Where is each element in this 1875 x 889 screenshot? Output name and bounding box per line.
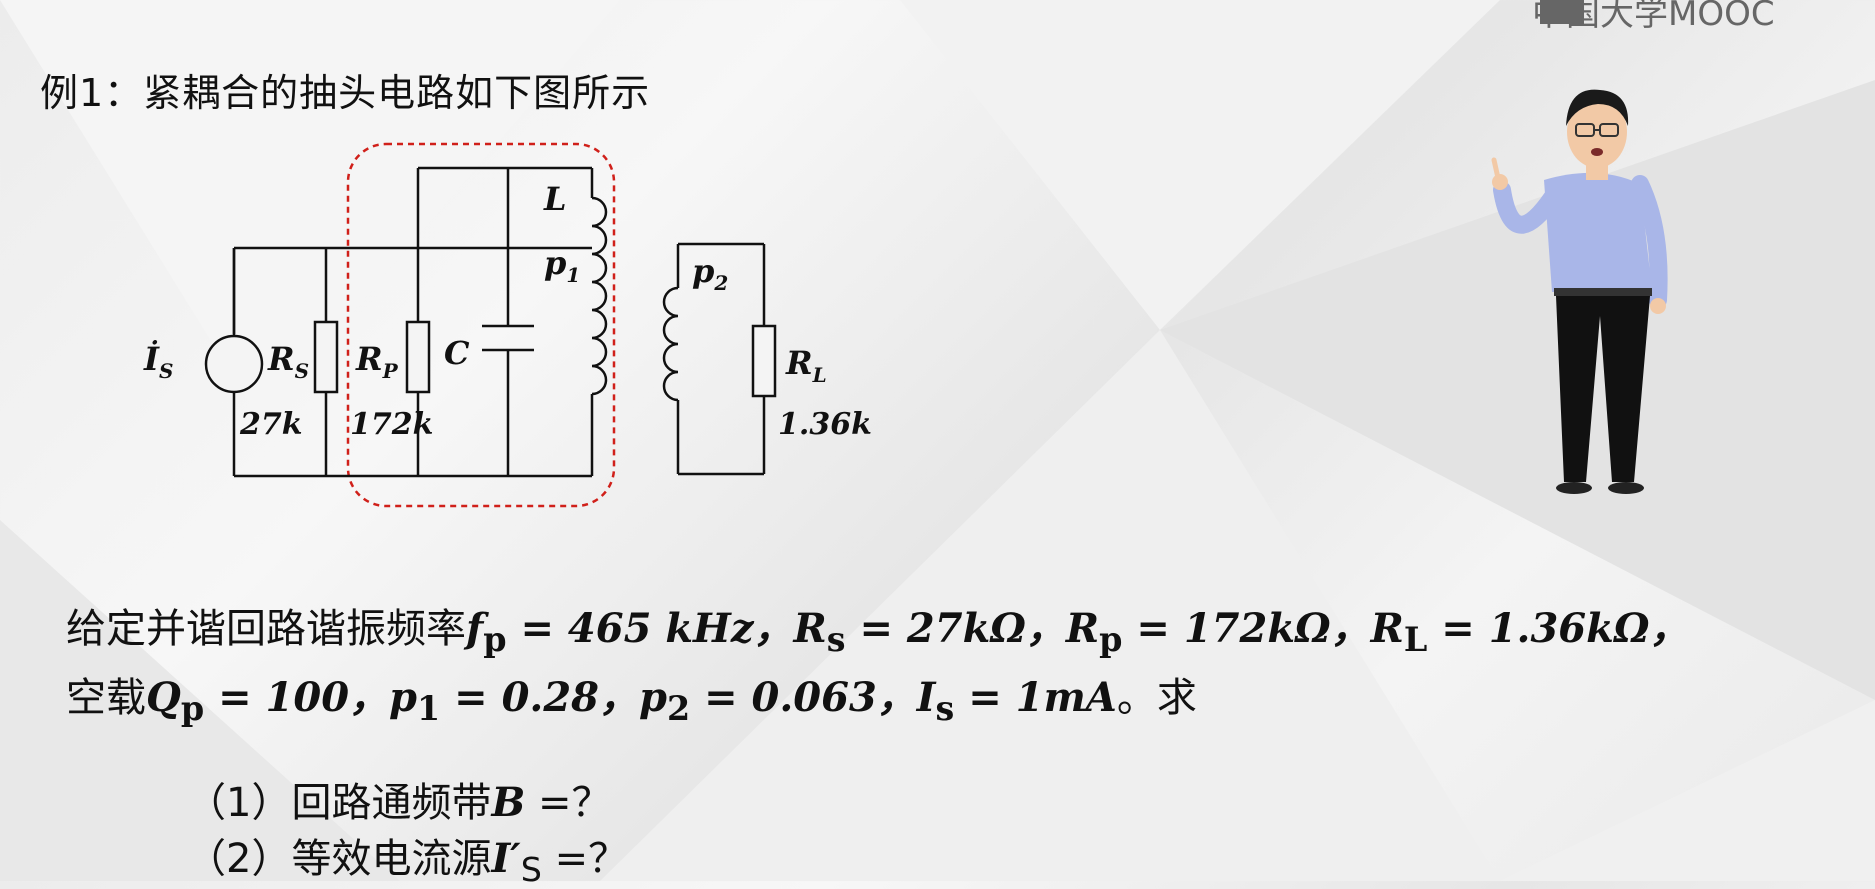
given-line2-rest4: = 1mA: [954, 674, 1117, 721]
given-line2-rest2: = 0.28，p: [440, 674, 667, 721]
inductor-l-icon: [591, 196, 608, 396]
given-line-2: 空载Qp = 100，p1 = 0.28，p2 = 0.063，Is = 1mA…: [66, 669, 1689, 738]
question-2: （2）等效电流源I′S =？: [186, 826, 628, 889]
circuit-diagram: İS RS RP C L p1 p2 RL 27k 172k 1.36k: [143, 142, 872, 508]
c-label: C: [444, 334, 470, 372]
fp-symbol: f: [466, 605, 484, 652]
given-line1-rest2: = 27kΩ，R: [845, 605, 1100, 652]
given-line1-rest4: = 1.36kΩ，: [1427, 605, 1690, 652]
question-2-var-sub: S: [520, 850, 542, 889]
tapped-tank-box: [346, 142, 616, 508]
question-1-tail: =？: [525, 780, 612, 826]
given-line1-rest3: = 172kΩ，R: [1122, 605, 1404, 652]
question-2-number: （2）: [186, 836, 292, 882]
p1-label-sub: 1: [566, 263, 580, 287]
given-line-1: 给定并谐回路谐振频率fp = 465 kHz，Rs = 27kΩ，Rp = 17…: [66, 600, 1689, 669]
svg-text:RL: RL: [785, 344, 827, 387]
resistor-rp-icon: [405, 320, 431, 394]
given-line1-rest: = 465 kHz，R: [506, 605, 827, 652]
fp-symbol-sub: p: [483, 620, 507, 659]
rl-label-sub: L: [812, 363, 827, 387]
l-label: L: [543, 180, 567, 218]
question-1-number: （1）: [186, 780, 292, 826]
current-source-icon: [204, 334, 264, 394]
rs-label: R: [267, 340, 295, 378]
resistor-rl-icon: [751, 324, 777, 398]
p1-label: p: [544, 244, 566, 282]
inductor-p2-icon: [662, 286, 679, 402]
given-conditions: 给定并谐回路谐振频率fp = 465 kHz，Rs = 27kΩ，Rp = 17…: [66, 600, 1689, 738]
rp-label: R: [355, 340, 383, 378]
question-1-text: 回路通频带: [291, 780, 492, 826]
svg-text:İS: İS: [143, 340, 173, 383]
given-line2-rest: = 100，p: [204, 674, 417, 721]
source-label-sub: S: [159, 359, 173, 383]
rp-value: 172k: [350, 407, 433, 442]
rp-sub: p: [1099, 620, 1123, 659]
p2-label-sub: 2: [713, 271, 728, 295]
svg-text:RS: RS: [267, 340, 309, 383]
given-line2-rest3: = 0.063，I: [690, 674, 936, 721]
p1-sub: 1: [417, 689, 441, 728]
rl-sub: L: [1403, 620, 1428, 659]
qp-symbol: Q: [146, 674, 181, 721]
p2-sub: 2: [666, 689, 691, 728]
watermark: 中国大学MOOC: [1532, 0, 1775, 34]
rl-label: R: [785, 344, 813, 382]
svg-text:p1: p1: [544, 244, 580, 287]
qp-symbol-sub: p: [180, 689, 205, 728]
rs-label-sub: S: [295, 359, 309, 383]
p2-label: p: [692, 252, 714, 290]
rp-label-sub: P: [382, 359, 399, 383]
resistor-rs-icon: [313, 320, 339, 394]
teacher-avatar: [1491, 89, 1668, 494]
question-1: （1）回路通频带B =？: [186, 770, 612, 828]
svg-text:p2: p2: [692, 252, 728, 295]
rs-sub: s: [826, 620, 846, 659]
question-1-var: B: [491, 779, 526, 826]
question-2-text: 等效电流源: [291, 836, 492, 882]
page-title: 例1：紧耦合的抽头电路如下图所示: [40, 71, 651, 115]
svg-text:RP: RP: [355, 340, 399, 383]
rs-value: 27k: [239, 407, 303, 442]
given-line2-end: 。求: [1116, 675, 1197, 721]
question-2-var: I′: [491, 835, 521, 882]
given-line1-prefix: 给定并谐回路谐振频率: [66, 606, 466, 652]
question-2-tail: =？: [541, 836, 629, 882]
is-sub: s: [935, 689, 955, 728]
rl-value: 1.36k: [778, 407, 872, 442]
source-label: İ: [143, 340, 160, 378]
given-line2-prefix: 空载: [66, 675, 146, 721]
